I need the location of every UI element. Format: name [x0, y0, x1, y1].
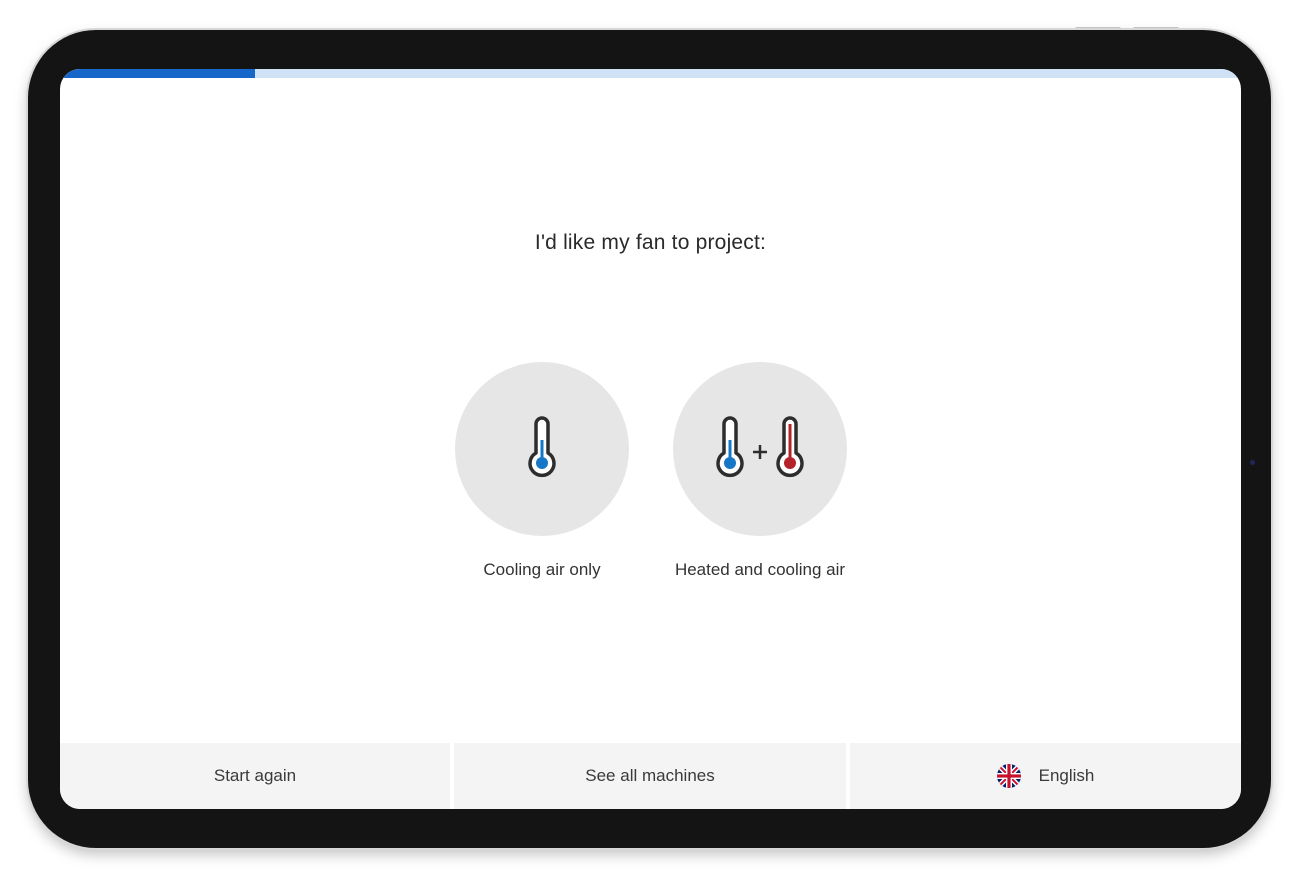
- thermometer-cold-plus-hot-icon: [716, 416, 804, 478]
- camera-icon: [1250, 460, 1255, 465]
- footer-bar: Start again See all machines English: [60, 743, 1241, 809]
- language-label: English: [1038, 766, 1095, 785]
- option-cooling-only-label: Cooling air only: [483, 560, 601, 579]
- option-heated-and-cooling-label: Heated and cooling air: [674, 560, 846, 579]
- option-heated-and-cooling-circle[interactable]: [673, 362, 847, 536]
- start-again-label: Start again: [213, 766, 297, 785]
- thermometer-cold-icon: [528, 416, 556, 478]
- option-heated-and-cooling[interactable]: Heated and cooling air: [640, 362, 880, 580]
- see-all-machines-button[interactable]: See all machines: [454, 743, 846, 809]
- app-screen: I'd like my fan to project: Cooling air …: [60, 69, 1241, 809]
- see-all-machines-label: See all machines: [585, 766, 715, 785]
- language-button[interactable]: English: [850, 743, 1241, 809]
- progress-bar: [60, 69, 1241, 78]
- question-title: I'd like my fan to project:: [534, 231, 767, 254]
- uk-flag-icon: [996, 764, 1021, 788]
- progress-fill: [60, 69, 255, 78]
- option-cooling-only[interactable]: Cooling air only: [422, 362, 662, 580]
- start-again-button[interactable]: Start again: [60, 743, 450, 809]
- option-cooling-only-circle[interactable]: [455, 362, 629, 536]
